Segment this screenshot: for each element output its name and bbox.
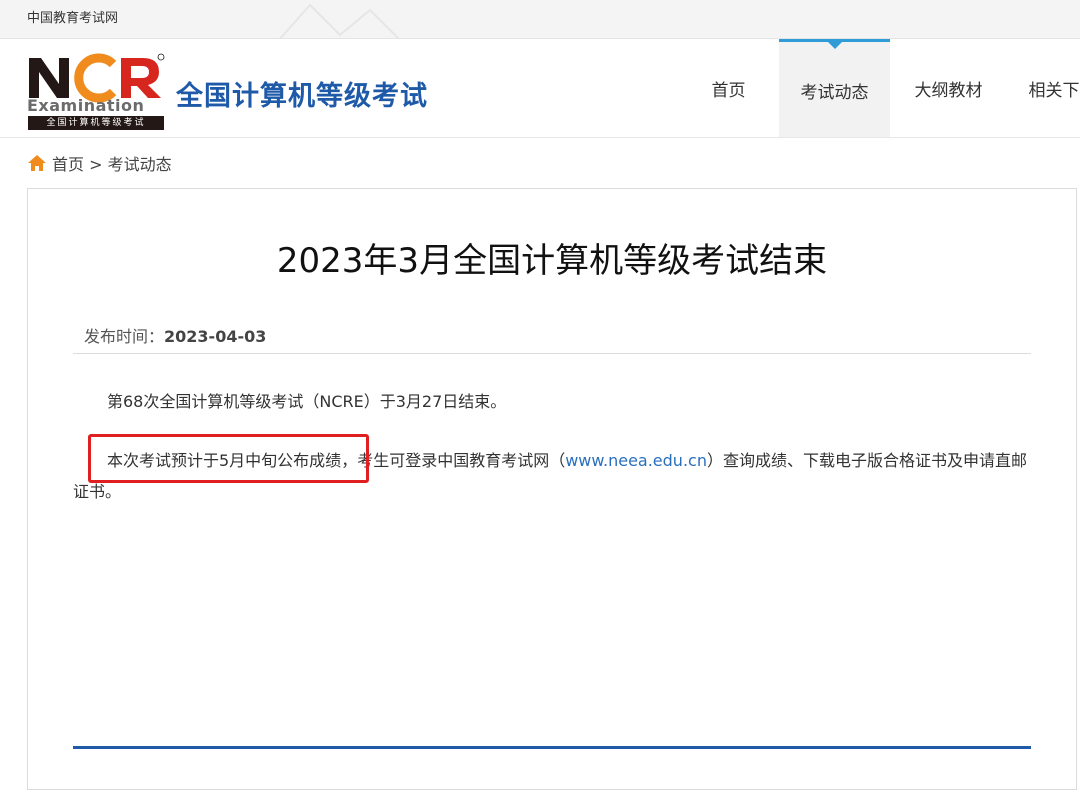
breadcrumb: 首页 > 考试动态 [27, 151, 172, 175]
nav-item-exam-news[interactable]: 考试动态 [779, 39, 890, 137]
article-paragraph-1: 第68次全国计算机等级考试（NCRE）于3月27日结束。 [107, 392, 507, 411]
mountain-decoration-icon [279, 3, 400, 38]
publish-date: 2023-04-03 [164, 327, 267, 346]
logo-examination-text: Examination [27, 96, 145, 115]
top-bar: 中国教育考试网 [0, 0, 1080, 39]
publish-meta: 发布时间：2023-04-03 [73, 323, 1031, 354]
article-title: 2023年3月全国计算机等级考试结束 [276, 241, 828, 281]
nav-item-syllabus[interactable]: 大纲教材 [893, 39, 1004, 137]
nav-item-label: 考试动态 [800, 83, 869, 103]
breadcrumb-home[interactable]: 首页 [52, 155, 84, 174]
breadcrumb-separator: > [89, 155, 103, 174]
bottom-divider [73, 746, 1031, 749]
breadcrumb-current[interactable]: 考试动态 [108, 155, 172, 174]
article-paragraph-2: 本次考试预计于5月中旬公布成绩，考生可登录中国教育考试网（www.neea.ed… [73, 445, 1033, 507]
nav-item-home[interactable]: 首页 [673, 39, 784, 137]
site-title[interactable]: 全国计算机等级考试 [176, 74, 428, 113]
publish-label: 发布时间： [84, 327, 165, 346]
highlighted-text: 本次考试预计于5月中旬公布成绩 [107, 451, 342, 470]
logo-subtitle: 全国计算机等级考试 [28, 116, 164, 130]
home-icon [28, 155, 46, 171]
article-container: 2023年3月全国计算机等级考试结束 发布时间：2023-04-03 第68次全… [27, 188, 1077, 790]
active-caret-icon [827, 42, 842, 49]
nav-item-downloads[interactable]: 相关下载 [1007, 39, 1080, 137]
top-site-name[interactable]: 中国教育考试网 [27, 7, 118, 26]
site-header: Examination 全国计算机等级考试 全国计算机等级考试 首页 考试动态 … [0, 39, 1080, 138]
neea-link[interactable]: www.neea.edu.cn [565, 451, 707, 470]
paragraph-text: ，考生可登录中国教育考试网（ [341, 451, 566, 470]
ncre-logo[interactable]: Examination 全国计算机等级考试 [27, 52, 165, 131]
